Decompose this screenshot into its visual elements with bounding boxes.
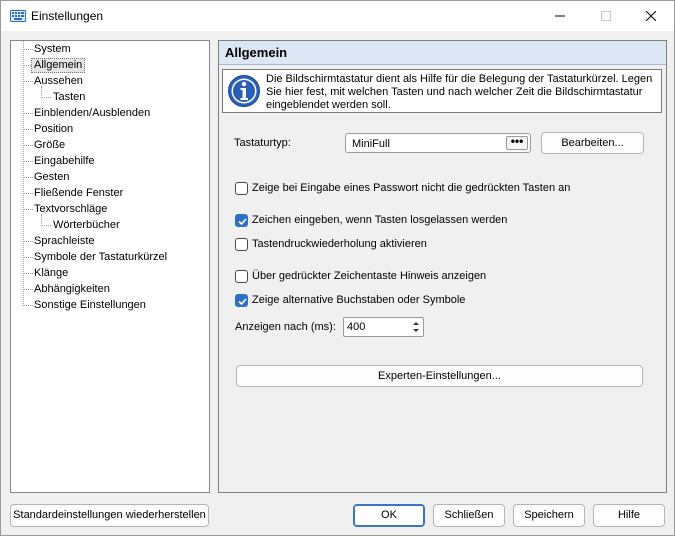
up-down-arrow-icon [413,322,419,332]
keyboard-icon [10,10,26,22]
stepper-arrows[interactable] [410,319,422,335]
keyboard-type-value: MiniFull [352,138,390,150]
save-button[interactable]: Speichern [513,504,585,527]
more-options-button[interactable]: ••• [506,135,528,150]
window-title: Einstellungen [31,9,104,23]
keyboard-type-select[interactable]: MiniFull ••• [345,133,531,153]
panel-header: Allgemein [219,41,666,65]
info-text: Die Bildschirmtastatur dient als Hilfe f… [266,73,653,111]
delay-value: 400 [347,321,366,333]
checkbox-key-repeat[interactable] [235,238,248,251]
expert-settings-button[interactable]: Experten-Einstellungen... [236,365,643,387]
checkmark-icon [238,218,247,226]
minimize-button[interactable] [537,1,583,31]
info-box: Die Bildschirmtastatur dient als Hilfe f… [222,69,662,113]
checkbox-alt-symbols[interactable] [235,294,248,307]
checkbox-hide-password-keys[interactable] [235,182,248,195]
page-title: Allgemein [225,45,288,60]
info-icon [227,74,261,108]
checkbox-type-on-release[interactable] [235,214,248,227]
help-button[interactable]: Hilfe [593,504,665,527]
close-window-button[interactable] [628,1,674,31]
maximize-button[interactable] [583,1,629,31]
close-button[interactable]: Schließen [433,504,505,527]
checkmark-icon [238,298,247,306]
minimize-icon [555,15,565,17]
keyboard-type-label: Tastaturtyp: [234,137,291,149]
delay-stepper[interactable]: 400 [343,317,424,337]
maximize-icon [601,11,611,21]
settings-window: Einstellungen System Allgemein Aussehen [0,0,675,536]
checkbox-key-hint[interactable] [235,270,248,283]
delay-label: Anzeigen nach (ms): [235,321,336,333]
edit-button[interactable]: Bearbeiten... [541,132,644,154]
settings-panel: Allgemein Die Bildschirmtastatur dient a… [218,40,667,493]
settings-tree[interactable]: System Allgemein Aussehen Tasten Einblen… [10,40,210,493]
ok-button[interactable]: OK [353,504,425,527]
title-bar[interactable]: Einstellungen [1,1,674,31]
restore-defaults-button[interactable]: Standardeinstellungen wiederherstellen [10,504,209,527]
close-icon [646,11,656,21]
